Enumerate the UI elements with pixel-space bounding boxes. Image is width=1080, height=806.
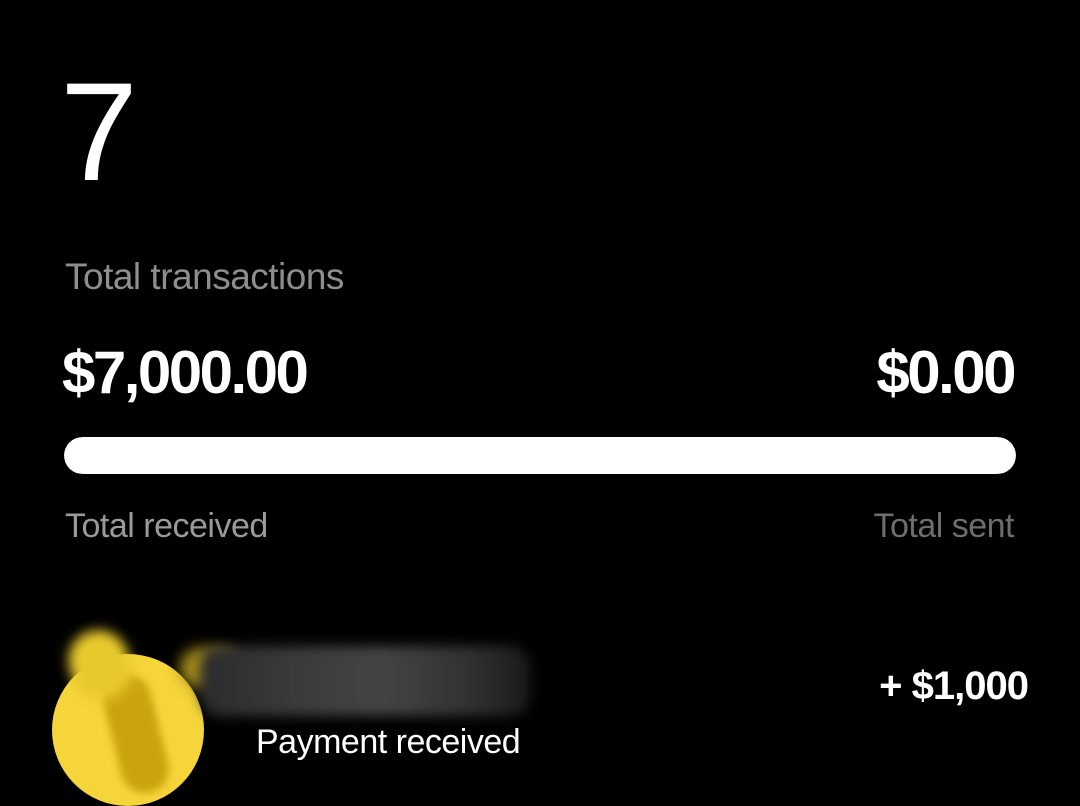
redacted-name: [200, 646, 530, 716]
total-received-amount: $7,000.00: [62, 339, 309, 406]
transaction-amount: + $1,000: [879, 664, 1029, 708]
total-sent-amount: $0.00: [876, 339, 1016, 406]
total-received-label: Total received: [65, 507, 268, 545]
transaction-row[interactable]: Payment received + $1,000: [0, 620, 1080, 806]
received-bar-fill: [64, 437, 1016, 474]
transaction-count: 7: [60, 53, 138, 210]
total-sent-label: Total sent: [873, 507, 1014, 545]
transaction-count-label: Total transactions: [65, 256, 344, 297]
transaction-subtitle: Payment received: [256, 723, 521, 761]
received-sent-bar: [64, 437, 1016, 474]
